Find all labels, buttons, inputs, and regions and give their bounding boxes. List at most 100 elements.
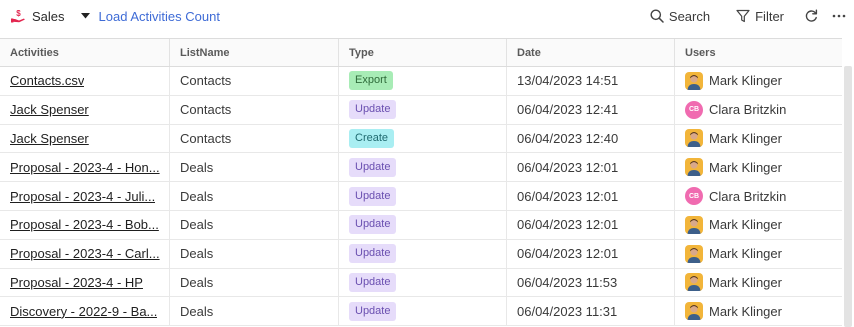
svg-text:$: $ (16, 9, 21, 18)
filter-icon (736, 9, 750, 23)
avatar (685, 244, 703, 263)
table-row[interactable]: Jack Spenser Contacts Create 06/04/2023 12:… (0, 124, 842, 154)
column-header-listname[interactable]: ListName (170, 39, 339, 66)
activity-cell: Discovery - 2022-9 - Ba... (0, 297, 170, 326)
user-cell: Mark Klinger (675, 153, 842, 181)
refresh-button[interactable] (804, 9, 818, 23)
type-badge: Update (349, 301, 397, 321)
type-badge: Update (349, 186, 397, 206)
type-cell: Export (339, 67, 507, 95)
avatar (685, 71, 703, 90)
date-cell: 06/04/2023 12:01 (507, 153, 675, 182)
activity-link[interactable]: Discovery - 2022-9 - Ba... (10, 304, 157, 319)
user-name: Mark Klinger (709, 159, 782, 175)
table-row[interactable]: Jack Spenser Contacts Update 06/04/2023 12:… (0, 95, 842, 125)
table-row[interactable]: Proposal - 2023-4 - Hon... Deals Update 06/… (0, 153, 842, 183)
type-badge: Export (349, 71, 393, 91)
more-button[interactable] (832, 13, 846, 19)
type-cell: Create (339, 124, 507, 153)
activity-cell: Proposal - 2023-4 - HP (0, 268, 170, 297)
table-row[interactable]: Contacts.csv Contacts Export 13/04/2023 14:… (0, 67, 842, 96)
table-row[interactable]: Discovery - 2022-9 - Ba... Deals Update 06/… (0, 297, 842, 327)
avatar (685, 215, 703, 234)
avatar (685, 129, 703, 148)
user-name: Mark Klinger (709, 217, 782, 233)
column-header-date[interactable]: Date (507, 39, 675, 66)
type-badge: Update (349, 215, 397, 235)
activity-cell: Jack Spenser (0, 95, 170, 124)
user-name: Mark Klinger (709, 130, 782, 146)
user-name: Clara Britzkin (709, 188, 787, 204)
table-row[interactable]: Proposal - 2023-4 - Juli... Deals Update 06… (0, 182, 842, 211)
search-button[interactable]: Search (650, 9, 710, 24)
avatar (685, 273, 703, 292)
type-cell: Update (339, 239, 507, 268)
app-label[interactable]: Sales (32, 9, 65, 24)
user-cell: Mark Klinger (675, 211, 842, 239)
listname-cell: Deals (170, 268, 339, 297)
type-cell: Update (339, 153, 507, 182)
date-cell: 06/04/2023 12:40 (507, 124, 675, 153)
more-horizontal-icon (832, 14, 846, 18)
activity-link[interactable]: Proposal - 2023-4 - HP (10, 275, 143, 290)
filter-button[interactable]: Filter (736, 9, 784, 24)
activity-cell: Proposal - 2023-4 - Hon... (0, 153, 170, 182)
load-activities-count-link[interactable]: Load Activities Count (99, 9, 220, 24)
type-badge: Update (349, 100, 397, 120)
refresh-icon (805, 9, 818, 22)
listname-cell: Contacts (170, 67, 339, 95)
caret-down-icon[interactable] (81, 11, 91, 21)
listname-cell: Deals (170, 182, 339, 210)
user-cell: CB Clara Britzkin (675, 96, 842, 124)
date-cell: 06/04/2023 12:41 (507, 95, 675, 124)
user-cell: Mark Klinger (675, 297, 842, 325)
column-header-users[interactable]: Users (675, 39, 842, 66)
avatar-initials: CB (685, 187, 703, 206)
user-name: Mark Klinger (709, 73, 782, 89)
listname-cell: Deals (170, 210, 339, 239)
avatar (685, 158, 703, 177)
column-header-activities[interactable]: Activities (0, 39, 170, 66)
listname-cell: Deals (170, 153, 339, 182)
listname-cell: Deals (170, 239, 339, 268)
user-cell: Mark Klinger (675, 240, 842, 268)
activities-table: Activities ListName Type Date Users Cont… (0, 38, 842, 327)
type-cell: Update (339, 182, 507, 210)
activity-link[interactable]: Proposal - 2023-4 - Hon... (10, 160, 160, 175)
toolbar-right: Search Filter (650, 0, 854, 32)
activity-link[interactable]: Contacts.csv (10, 73, 84, 88)
date-cell: 06/04/2023 11:31 (507, 297, 675, 326)
money-hand-icon[interactable]: $ (9, 7, 27, 25)
activity-link[interactable]: Proposal - 2023-4 - Carl... (10, 246, 160, 261)
avatar (685, 302, 703, 321)
user-name: Mark Klinger (709, 246, 782, 262)
activity-cell: Proposal - 2023-4 - Bob... (0, 210, 170, 239)
activity-link[interactable]: Jack Spenser (10, 102, 89, 117)
table-body: Contacts.csv Contacts Export 13/04/2023 14:… (0, 67, 842, 327)
filter-label: Filter (755, 8, 784, 24)
activity-link[interactable]: Proposal - 2023-4 - Bob... (10, 217, 159, 232)
date-cell: 06/04/2023 12:01 (507, 210, 675, 239)
table-header: Activities ListName Type Date Users (0, 39, 842, 67)
type-cell: Update (339, 268, 507, 297)
type-badge: Update (349, 157, 397, 177)
activity-link[interactable]: Proposal - 2023-4 - Juli... (10, 189, 155, 204)
table-row[interactable]: Proposal - 2023-4 - Carl... Deals Update 06… (0, 239, 842, 269)
date-cell: 13/04/2023 14:51 (507, 67, 675, 95)
activity-cell: Jack Spenser (0, 124, 170, 153)
type-badge: Create (349, 128, 395, 148)
date-cell: 06/04/2023 12:01 (507, 239, 675, 268)
date-cell: 06/04/2023 12:01 (507, 182, 675, 210)
type-cell: Update (339, 210, 507, 239)
vertical-scrollbar[interactable] (844, 66, 852, 327)
avatar-initials: CB (685, 100, 703, 119)
table-row[interactable]: Proposal - 2023-4 - Bob... Deals Update 06/… (0, 210, 842, 240)
search-icon (650, 9, 664, 23)
column-header-type[interactable]: Type (339, 39, 507, 66)
listname-cell: Deals (170, 297, 339, 326)
activity-link[interactable]: Jack Spenser (10, 131, 89, 146)
table-row[interactable]: Proposal - 2023-4 - HP Deals Update 06/04/2… (0, 268, 842, 298)
listname-cell: Contacts (170, 124, 339, 153)
search-label: Search (668, 8, 711, 24)
activity-cell: Contacts.csv (0, 67, 170, 95)
